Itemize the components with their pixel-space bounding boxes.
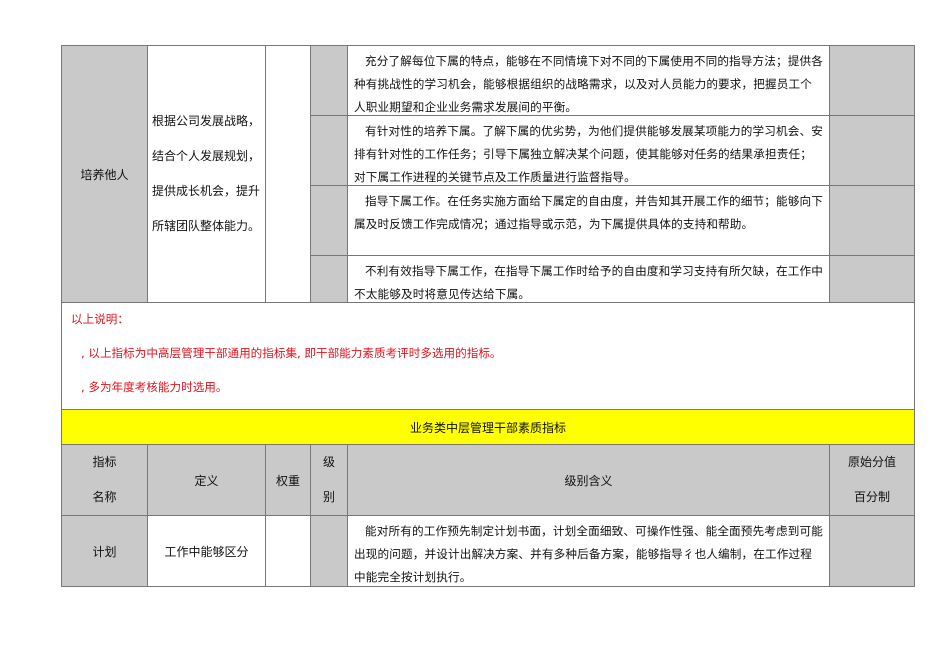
level-cell [310, 45, 348, 116]
header-weight: 权重 [265, 444, 311, 516]
score-cell [829, 115, 915, 186]
note-item: , 多为年度考核能力时选用。 [81, 380, 228, 394]
header-text: 指标 [92, 455, 117, 469]
section-title: 业务类中层管理干部素质指标 [61, 409, 915, 445]
header-text: 别 [322, 490, 335, 504]
indicator-name-cell: 培养他人 [61, 45, 148, 303]
level-meaning-cell: 指导下属工作。在任务实施方面给下属定的自由度，并告知其开展工作的细节；能够向下属… [347, 185, 830, 256]
notes-title: 以上说明： [71, 312, 129, 326]
indicator-name: 培养他人 [80, 167, 129, 182]
score-cell [829, 45, 915, 116]
indicator-name-cell: 计划 [61, 515, 148, 587]
level-meaning-cell: 不利有效指导下属工作，在指导下属工作时给予的自由度和学习支持有所欠缺，在工作中不… [347, 255, 830, 303]
level-cell [310, 115, 348, 186]
header-meaning: 级别含义 [347, 444, 830, 516]
note-item: , 以上指标为中高层管理干部通用的指标集, 即干部能力素质考评时多选用的指标。 [81, 346, 502, 360]
score-cell [829, 515, 915, 587]
header-text: 百分制 [853, 490, 890, 504]
header-definition: 定义 [147, 444, 266, 516]
level-meaning-cell: 有针对性的培养下属。了解下属的优劣势，为他们提供能够发展某项能力的学习机会、安排… [347, 115, 830, 186]
level-meaning-cell: 能对所有的工作预先制定计划书面，计划全面细致、可操作性强、能全面预先考虑到可能出… [347, 515, 830, 587]
header-score: 原始分值 百分制 [829, 444, 915, 516]
definition-line: 结合个人发展规划， [152, 149, 261, 163]
header-indicator: 指标 名称 [61, 444, 148, 516]
score-cell [829, 185, 915, 256]
level-cell [310, 515, 348, 587]
definition-line: 提供成长机会，提升 [152, 184, 261, 198]
definition-line: 所辖团队整体能力。 [152, 219, 261, 233]
weight-cell [265, 45, 311, 303]
definition-text: 根据公司发展战略， 结合个人发展规划， 提供成长机会，提升 所辖团队整体能力。 [152, 104, 260, 244]
score-cell [829, 255, 915, 303]
definition-line: 根据公司发展战略， [152, 114, 261, 128]
header-text: 名称 [92, 490, 117, 504]
header-text: 级 [322, 455, 335, 469]
definition-cell: 根据公司发展战略， 结合个人发展规划， 提供成长机会，提升 所辖团队整体能力。 [147, 45, 266, 303]
header-text: 原始分值 [847, 455, 896, 469]
level-cell [310, 185, 348, 256]
level-meaning-cell: 充分了解每位下属的特点，能够在不同情境下对不同的下属使用不同的指导方法；提供各种… [347, 45, 830, 116]
definition-cell: 工作中能够区分 [147, 515, 266, 587]
header-level: 级别 [310, 444, 348, 516]
level-cell [310, 255, 348, 303]
weight-cell [265, 515, 311, 587]
